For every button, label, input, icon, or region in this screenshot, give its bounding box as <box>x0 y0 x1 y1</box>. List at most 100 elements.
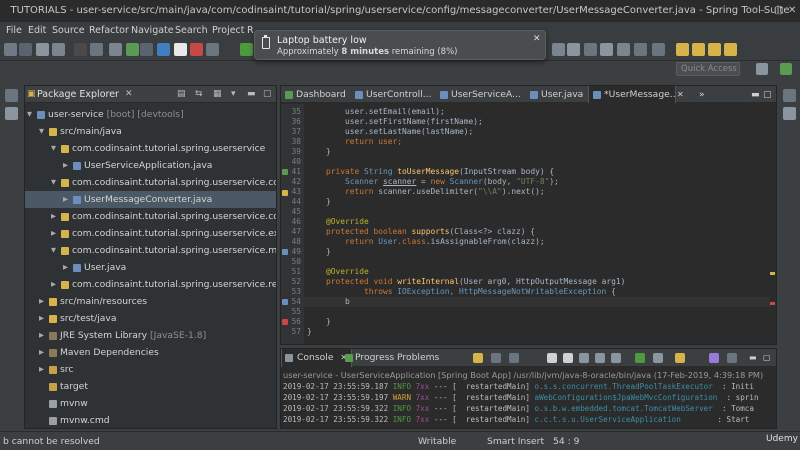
tree-package-node[interactable]: ▶ com.codinsaint.tutorial.spring.userserv… <box>25 225 276 242</box>
tree-package-node[interactable]: ▼ com.codinsaint.tutorial.spring.userserv… <box>25 242 276 259</box>
dropdown-icon[interactable] <box>19 43 32 56</box>
error-icon[interactable] <box>282 319 288 325</box>
minimize-view-icon[interactable]: ▬ <box>247 89 256 99</box>
tree-file-node[interactable]: mvnw.cmd <box>25 412 276 429</box>
last-edit-icon[interactable] <box>708 43 721 56</box>
overview-ruler[interactable] <box>770 104 776 344</box>
close-icon[interactable]: ✕ <box>788 5 796 16</box>
collapse-all-icon[interactable]: ▤ <box>177 89 186 99</box>
chevron-right-icon[interactable]: ▶ <box>51 208 56 225</box>
tree-file-node[interactable]: mvnw <box>25 395 276 412</box>
tree-java-file-node[interactable]: ▶ User.java <box>25 259 276 276</box>
tab-progress[interactable]: Progress <box>344 349 394 367</box>
chevron-right-icon[interactable]: ▶ <box>63 191 68 208</box>
error-marker[interactable] <box>770 302 775 305</box>
clear-console-icon[interactable] <box>547 353 557 363</box>
tree-project-user-service[interactable]: ▼ user-service [boot] [devtools] <box>25 106 276 123</box>
remove-launch-icon[interactable] <box>491 353 501 363</box>
remove-all-icon[interactable] <box>509 353 519 363</box>
pin-editor-icon[interactable] <box>724 43 737 56</box>
link-editor-icon[interactable]: ⇆ <box>195 89 203 99</box>
toggle-mark-icon[interactable] <box>600 43 613 56</box>
tree-java-file-node[interactable]: ▶ UserServiceApplication.java <box>25 157 276 174</box>
tab-console[interactable]: Console ✕ <box>281 349 353 367</box>
tree-source-folder[interactable]: ▶ src/main/resources <box>25 293 276 310</box>
prev-annotation-icon[interactable] <box>652 43 665 56</box>
annotation-icon[interactable] <box>617 43 630 56</box>
back-icon[interactable] <box>676 43 689 56</box>
minimize-editor-icon[interactable]: ▬ <box>751 86 761 103</box>
chevron-down-icon[interactable]: ▼ <box>27 106 32 123</box>
stop-icon[interactable] <box>157 43 170 56</box>
tree-package-node[interactable]: ▼ com.codinsaint.tutorial.spring.userserv… <box>25 140 276 157</box>
chevron-right-icon[interactable]: ▶ <box>63 157 68 174</box>
minimize-console-icon[interactable]: ▬ <box>749 349 757 367</box>
scroll-lock-icon[interactable] <box>563 353 573 363</box>
tab-user-java[interactable]: User.java <box>526 86 586 103</box>
forward-icon[interactable] <box>692 43 705 56</box>
tree-java-file-node[interactable]: ▶ UserMessageConverter.java <box>25 191 276 208</box>
tree-source-folder[interactable]: ▼ src/main/java <box>25 123 276 140</box>
pin-console-icon[interactable] <box>635 353 645 363</box>
chevron-down-icon[interactable]: ▼ <box>51 140 56 157</box>
spring-boot-icon[interactable] <box>126 43 139 56</box>
quick-access-input[interactable]: Quick Access <box>676 62 740 76</box>
tab-problems[interactable]: Problems <box>395 349 439 367</box>
server-icon[interactable] <box>90 43 103 56</box>
outline-restore-icon[interactable] <box>783 89 796 102</box>
tab-user-message-converter[interactable]: *UserMessage... <box>588 86 676 103</box>
show-stdout-icon[interactable] <box>595 353 605 363</box>
override-icon[interactable] <box>282 299 288 305</box>
boot-dashboard-icon[interactable] <box>5 107 18 120</box>
display-console-icon[interactable] <box>653 353 663 363</box>
console-settings-icon[interactable] <box>709 353 719 363</box>
search-icon[interactable] <box>552 43 565 56</box>
open-perspective-icon[interactable] <box>756 63 768 75</box>
chevron-down-icon[interactable]: ▼ <box>39 123 44 140</box>
minimize-icon[interactable]: – <box>760 5 765 16</box>
warning-icon[interactable] <box>282 190 288 196</box>
maximize-icon[interactable]: ▢ <box>774 5 783 16</box>
override-icon[interactable] <box>282 249 288 255</box>
warning-marker[interactable] <box>770 272 775 275</box>
tree-package-node[interactable]: ▶ com.codinsaint.tutorial.spring.userserv… <box>25 276 276 293</box>
open-type-icon[interactable] <box>567 43 580 56</box>
maximize-view-icon[interactable]: ▢ <box>263 89 272 99</box>
next-annotation-icon[interactable] <box>634 43 647 56</box>
spring-perspective-icon[interactable] <box>780 63 792 75</box>
tree-source-folder[interactable]: ▶ src/test/java <box>25 310 276 327</box>
menu-refactor[interactable]: Refactor <box>89 25 129 36</box>
open-console-icon[interactable] <box>174 43 187 56</box>
save-all-icon[interactable] <box>52 43 65 56</box>
more-tabs-icon[interactable]: » <box>699 86 715 103</box>
menu-navigate[interactable]: Navigate <box>131 25 174 36</box>
close-notification-icon[interactable]: ✕ <box>533 34 541 44</box>
chevron-right-icon[interactable]: ▶ <box>63 259 68 276</box>
run-icon[interactable] <box>240 43 253 56</box>
menu-run[interactable]: R <box>247 25 254 36</box>
tab-user-service-application[interactable]: UserServiceA... <box>436 86 520 103</box>
focus-icon[interactable]: ▦ <box>213 89 222 99</box>
chevron-right-icon[interactable]: ▶ <box>39 293 44 310</box>
chevron-right-icon[interactable]: ▶ <box>39 327 44 344</box>
tree-library-node[interactable]: ▶ Maven Dependencies <box>25 344 276 361</box>
new-icon[interactable] <box>4 43 17 56</box>
run-dropdown-icon[interactable] <box>206 43 219 56</box>
restore-icon[interactable] <box>5 89 18 102</box>
stop-console-icon[interactable] <box>473 353 483 363</box>
menu-search[interactable]: Search <box>175 25 208 36</box>
tree-folder-node[interactable]: target <box>25 378 276 395</box>
show-stderr-icon[interactable] <box>611 353 621 363</box>
open-console-dropdown-icon[interactable] <box>675 353 685 363</box>
chevron-right-icon[interactable]: ▶ <box>39 361 44 378</box>
tree-package-node[interactable]: ▼ com.codinsaint.tutorial.spring.userserv… <box>25 174 276 191</box>
menu-project[interactable]: Project <box>212 25 245 36</box>
chevron-down-icon[interactable]: ▼ <box>51 174 56 191</box>
fold-icon[interactable] <box>282 169 288 175</box>
chevron-right-icon[interactable]: ▶ <box>51 276 56 293</box>
console-menu-icon[interactable] <box>727 353 737 363</box>
close-view-icon[interactable]: ✕ <box>125 89 133 99</box>
relaunch-icon[interactable] <box>140 43 153 56</box>
tree-library-node[interactable]: ▶ JRE System Library [JavaSE-1.8] <box>25 327 276 344</box>
outline-icon[interactable] <box>783 107 796 120</box>
